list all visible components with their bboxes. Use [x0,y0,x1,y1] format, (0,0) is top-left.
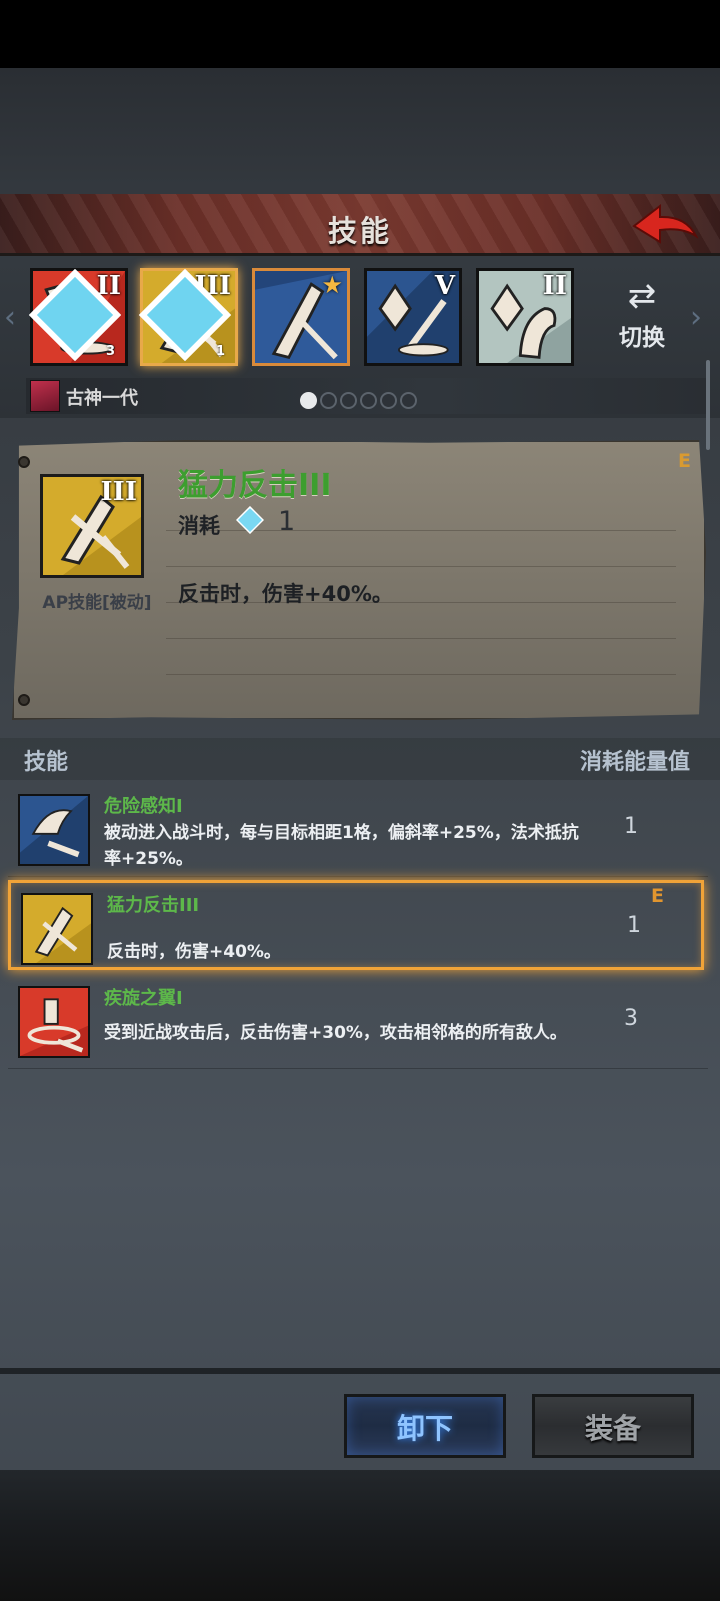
page-dot[interactable] [380,392,397,409]
skill-art [20,796,88,864]
skill-description: 反击时，伤害+40%。 [107,942,281,962]
status-area [0,0,720,68]
skill-slot-4[interactable]: V [364,268,462,366]
list-item[interactable]: 猛力反击III 反击时，伤害+40%。 1 E [8,880,704,970]
favorite-star-icon: ★ [321,271,343,299]
skill-icon [18,986,90,1058]
cost-label: 消耗 [178,514,220,538]
page-dot[interactable] [340,392,357,409]
rivet-icon [18,456,30,468]
chevron-right-icon[interactable]: › [690,300,702,335]
skill-cost: 1 [624,814,638,839]
bottom-area [0,1470,720,1601]
detail-skill-icon: III [40,474,144,578]
page-dot[interactable] [320,392,337,409]
switch-button[interactable]: ⇄ 切换 [612,278,672,352]
detail-skill-name: 猛力反击III [178,468,332,503]
equipped-tag: E [651,885,664,907]
slot-5-numeral: II [542,271,567,301]
switch-label: 切换 [619,325,665,351]
skill-cost: 3 [624,1006,638,1031]
equipped-tag: E [678,450,691,472]
skill-type-label: AP技能[被动] [42,593,152,613]
detail-description: 反击时，伤害+40%。 [178,582,393,606]
skill-icon [21,893,93,965]
page-dot[interactable] [300,392,317,409]
skill-slot-5[interactable]: II [476,268,574,366]
list-item[interactable]: 危险感知I 被动进入战斗时，每与目标相距1格，偏斜率+25%，法术抵抗率+25%… [8,784,704,874]
skill-art [20,988,88,1056]
skill-name: 危险感知I [104,796,183,817]
rivet-icon [18,694,30,706]
skill-cost: 1 [627,913,641,938]
header-bar: 技能 [0,194,720,256]
energy-gem-icon [236,506,264,534]
avatar [30,380,60,412]
skill-icon [18,794,90,866]
character-name: 古神一代 [66,388,138,409]
skill-art [23,895,91,963]
skill-description: 被动进入战斗时，每与目标相距1格，偏斜率+25%，法术抵抗率+25%。 [104,823,579,869]
chevron-left-icon[interactable]: ‹ [4,300,16,335]
page-dot[interactable] [400,392,417,409]
detail-numeral: III [100,477,138,507]
divider [166,638,676,639]
skill-description: 受到近战攻击后，反击伤害+30%，攻击相邻格的所有敌人。 [104,1023,567,1043]
divider [166,674,676,675]
slot-4-numeral: V [434,271,455,301]
skill-name: 猛力反击III [107,895,200,916]
cost-value: 1 [278,506,296,537]
divider [166,566,676,567]
back-arrow-icon[interactable] [630,200,700,250]
page-indicator [300,392,417,409]
list-item[interactable]: 疾旋之翼I 受到近战攻击后，反击伤害+30%，攻击相邻格的所有敌人。 3 [8,976,704,1066]
column-header-cost: 消耗能量值 [579,750,690,775]
skill-slot-3[interactable]: ★ [252,268,350,366]
column-header-skill: 技能 [24,750,69,775]
unequip-button[interactable]: 卸下 [344,1394,506,1458]
slot-2-gem-count: 1 [215,344,225,359]
footer-divider [0,1368,720,1374]
page-dot[interactable] [360,392,377,409]
skill-name: 疾旋之翼I [104,988,183,1009]
scrollbar[interactable] [706,360,710,450]
divider [8,876,708,877]
divider [8,1068,708,1069]
slot-1-gem-count: 3 [105,344,115,359]
equip-button[interactable]: 装备 [532,1394,694,1458]
skill-slot-2[interactable]: III 1 [139,268,238,366]
swap-icon: ⇄ [627,276,657,316]
skill-slot-1[interactable]: II 3 [29,268,128,366]
page-title: 技能 [327,214,392,248]
